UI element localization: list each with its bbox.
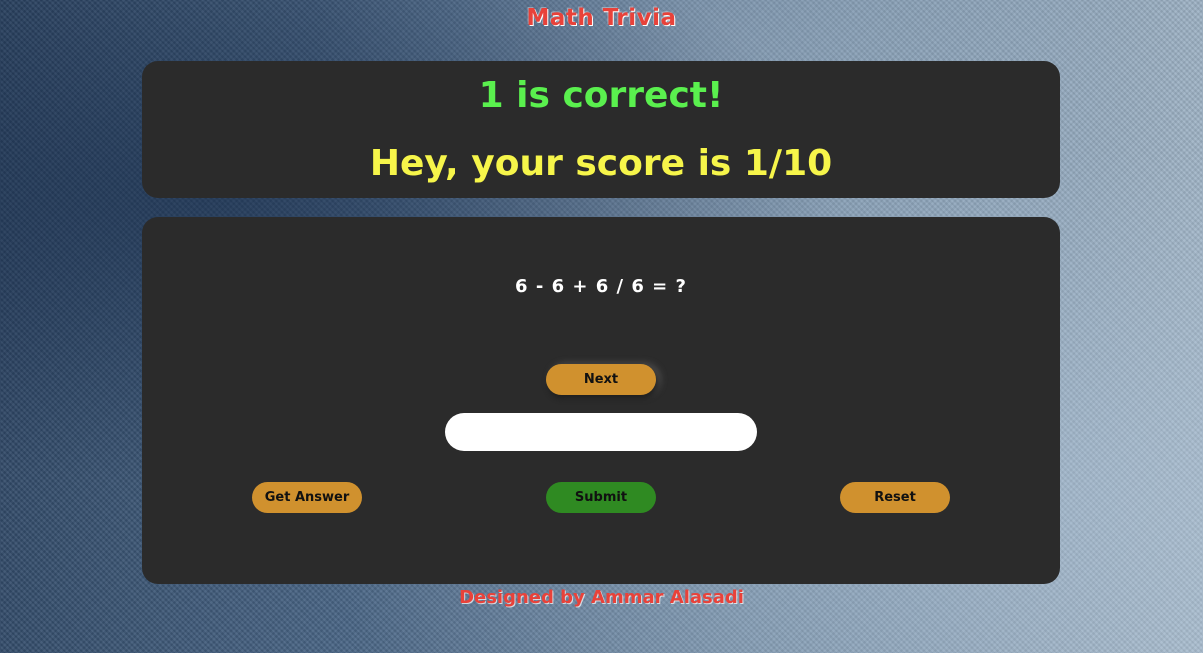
question-panel: 6 - 6 + 6 / 6 = ? Next Get Answer Submit… [142,217,1060,584]
next-button[interactable]: Next [546,364,656,395]
question-text: 6 - 6 + 6 / 6 = ? [515,276,687,297]
reset-button[interactable]: Reset [840,482,950,513]
feedback-message: 1 is correct! [478,75,724,116]
get-answer-button[interactable]: Get Answer [252,482,362,513]
answer-input[interactable] [445,413,757,451]
footer-credit: Designed by Ammar Alasadi [459,587,744,608]
result-panel: 1 is correct! Hey, your score is 1/10 [142,61,1060,198]
app-title: Math Trivia [526,5,677,31]
score-message: Hey, your score is 1/10 [369,143,833,184]
submit-button[interactable]: Submit [546,482,656,513]
